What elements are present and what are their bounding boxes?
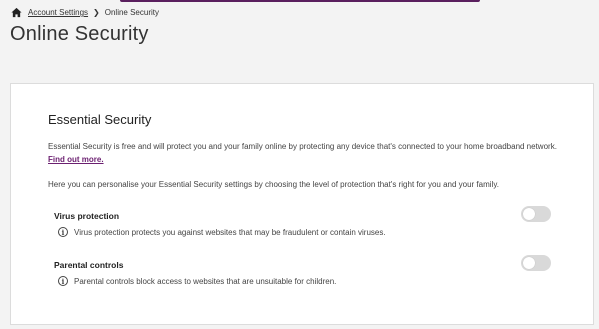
essential-security-card: Essential Security Essential Security is… bbox=[10, 83, 594, 325]
breadcrumb-current: Online Security bbox=[104, 8, 159, 17]
find-out-more-link[interactable]: Find out more. bbox=[48, 155, 104, 164]
card-title: Essential Security bbox=[48, 112, 152, 127]
home-icon[interactable] bbox=[11, 7, 22, 18]
toggle-knob bbox=[523, 208, 535, 220]
page-title: Online Security bbox=[10, 23, 149, 45]
virus-protection-toggle[interactable] bbox=[521, 206, 551, 222]
parental-controls-label: Parental controls bbox=[54, 260, 124, 270]
virus-protection-label: Virus protection bbox=[54, 211, 120, 221]
intro-body: Essential Security is free and will prot… bbox=[48, 142, 557, 151]
breadcrumb: Account Settings ❯ Online Security bbox=[11, 7, 159, 18]
chevron-right-icon: ❯ bbox=[93, 8, 100, 17]
parental-controls-help: i Parental controls block access to webs… bbox=[58, 276, 336, 286]
top-accent-bar bbox=[120, 0, 480, 2]
info-icon: i bbox=[58, 276, 68, 286]
toggle-knob bbox=[523, 257, 535, 269]
parental-controls-toggle[interactable] bbox=[521, 255, 551, 271]
personalise-text: Here you can personalise your Essential … bbox=[48, 180, 499, 189]
virus-protection-help-text: Virus protection protects you against we… bbox=[74, 227, 386, 237]
breadcrumb-account-settings-link[interactable]: Account Settings bbox=[28, 8, 88, 17]
parental-controls-help-text: Parental controls block access to websit… bbox=[74, 276, 337, 286]
virus-protection-help: i Virus protection protects you against … bbox=[58, 227, 386, 237]
intro-text: Essential Security is free and will prot… bbox=[48, 141, 558, 166]
info-icon: i bbox=[58, 227, 68, 237]
